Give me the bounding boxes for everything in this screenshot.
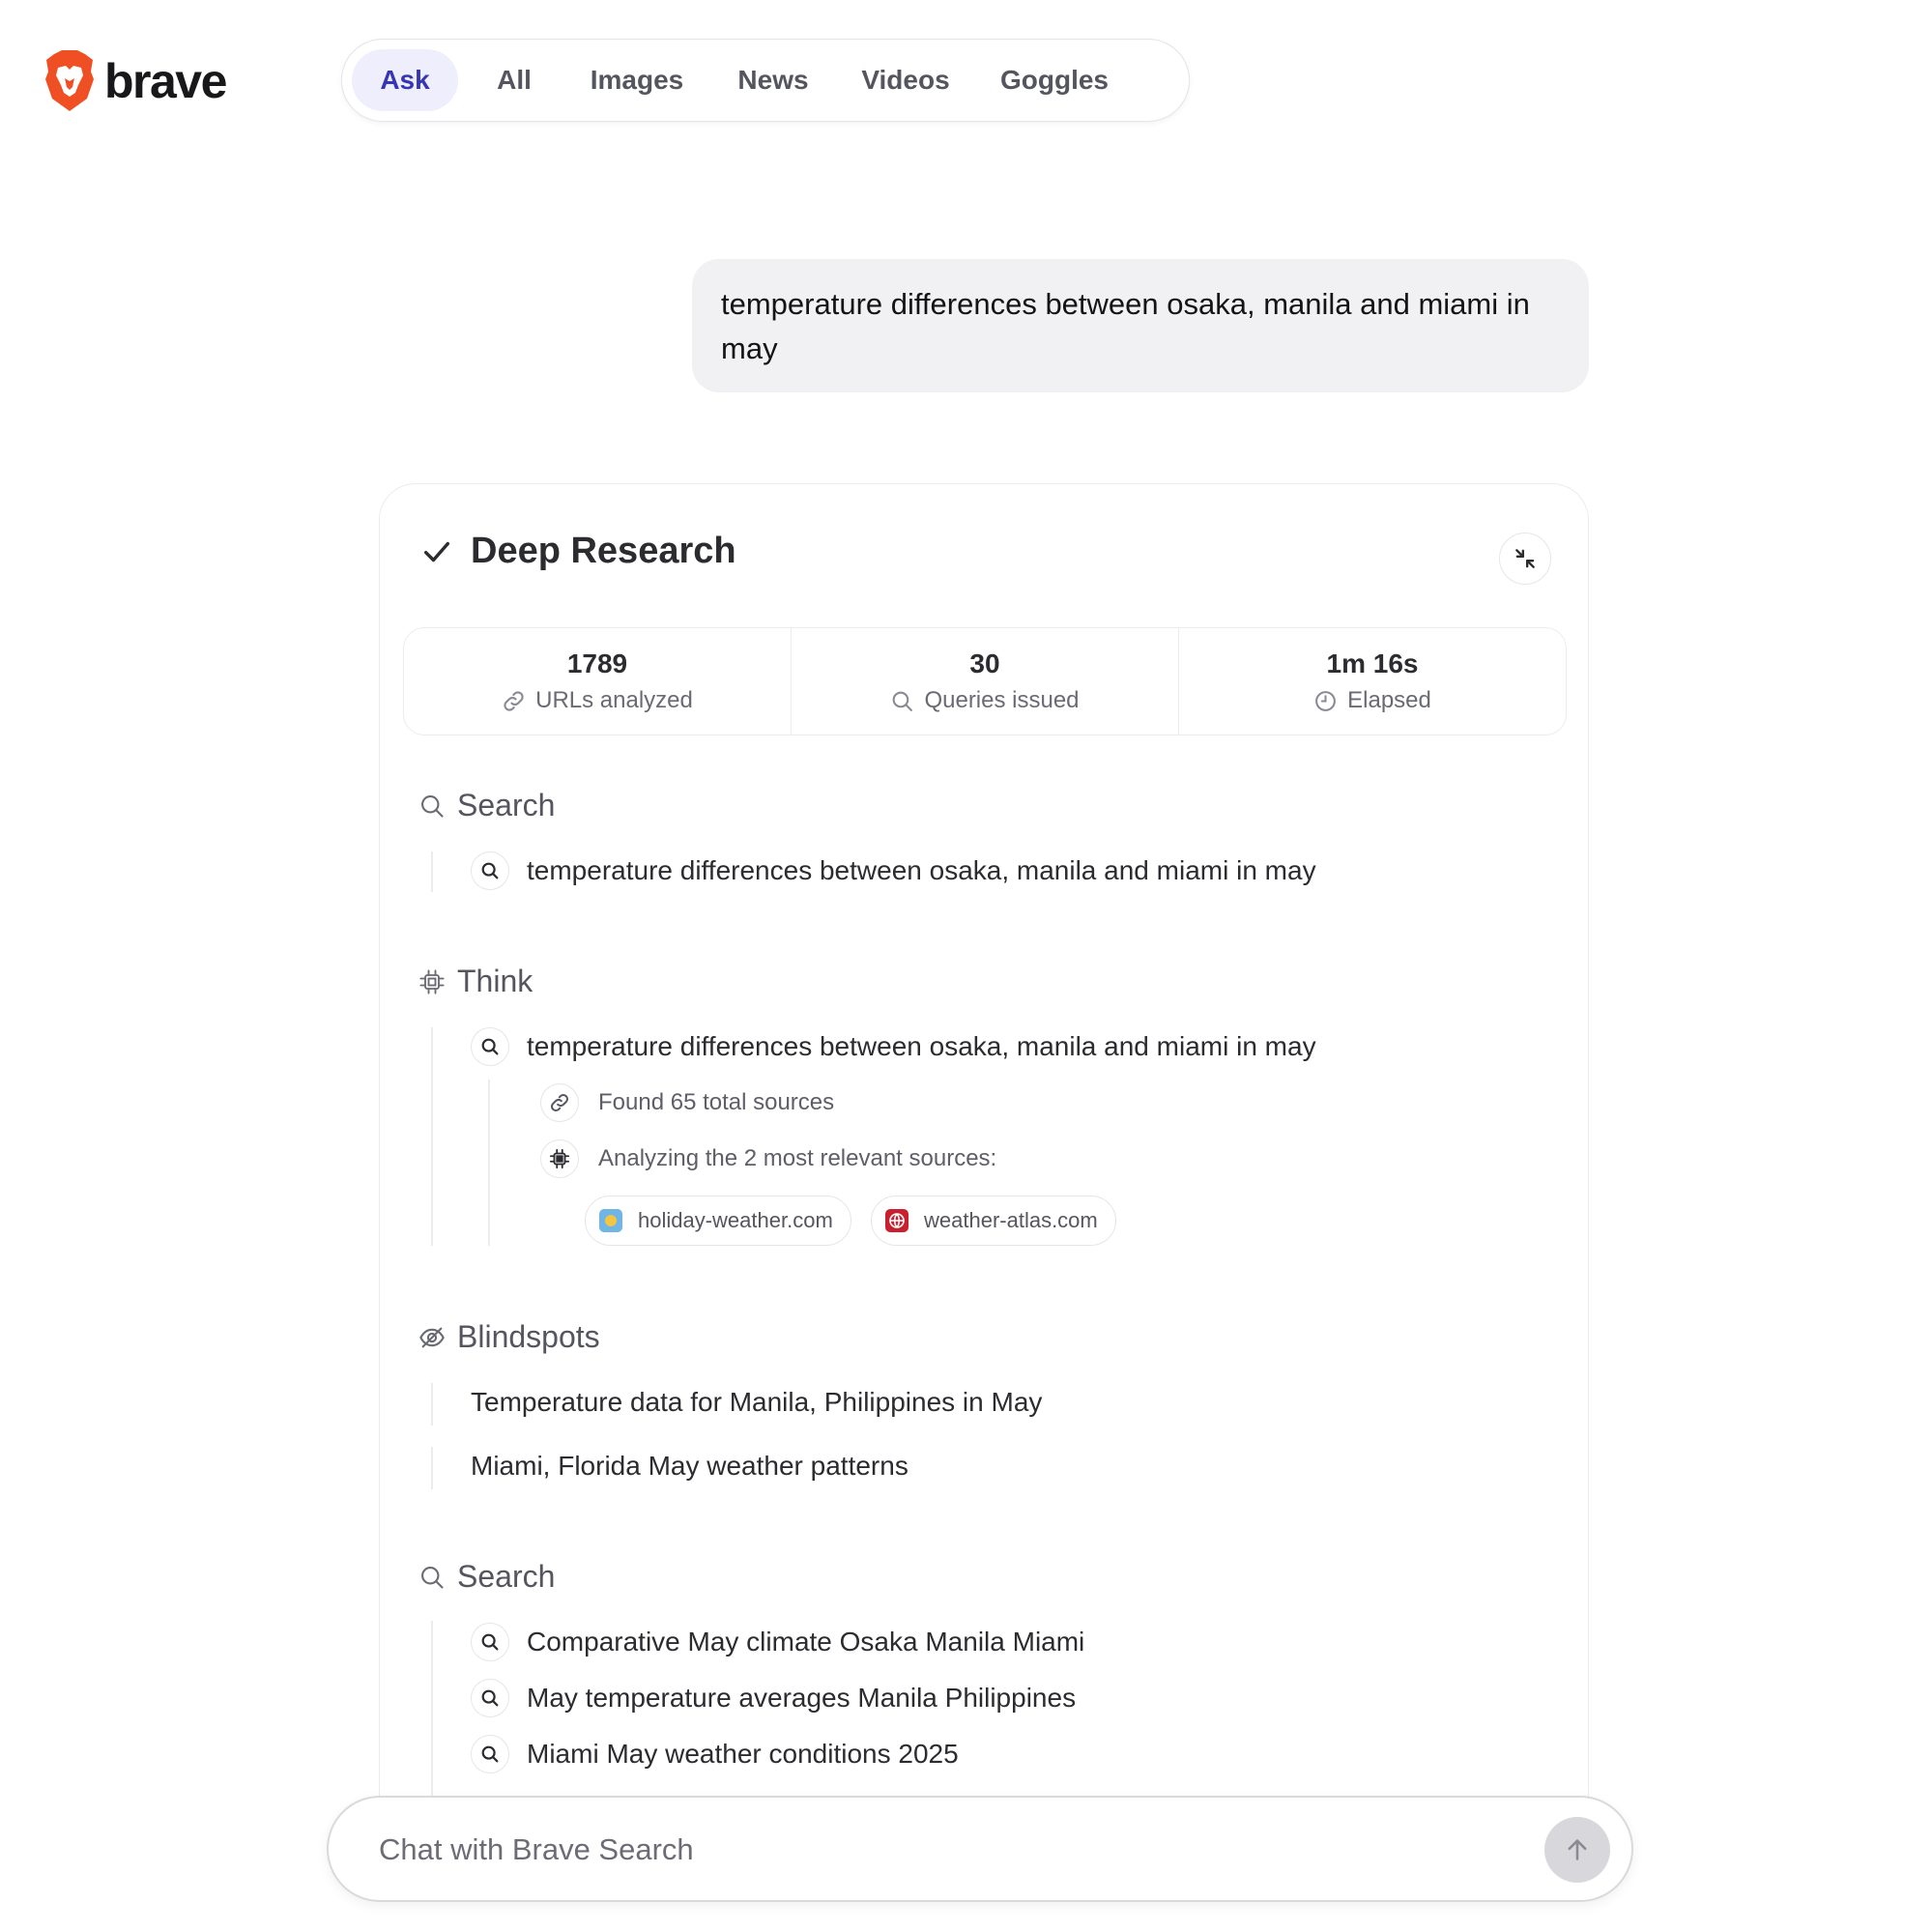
search-icon bbox=[481, 1745, 499, 1763]
cpu-icon bbox=[549, 1148, 570, 1169]
analyzing-sources-text: Analyzing the 2 most relevant sources: bbox=[598, 1145, 997, 1171]
search-icon bbox=[421, 794, 444, 818]
blindspots-section-header: Blindspots bbox=[418, 1319, 600, 1355]
link-icon bbox=[504, 690, 524, 711]
search-query-item: Comparative May climate Osaka Manila Mia… bbox=[471, 1623, 1084, 1661]
search-icon bbox=[481, 1689, 499, 1707]
stat-queries-label: Queries issued bbox=[924, 687, 1080, 713]
search-query-text: temperature differences between osaka, m… bbox=[527, 855, 1316, 885]
brand-name: brave bbox=[104, 54, 227, 108]
search-section-header: Search bbox=[418, 788, 555, 823]
tab-ask[interactable]: Ask bbox=[352, 49, 458, 111]
found-sources-item: Found 65 total sources bbox=[540, 1083, 834, 1122]
brave-lion-icon bbox=[45, 50, 94, 111]
link-icon bbox=[551, 1094, 568, 1111]
source-domain: holiday-weather.com bbox=[638, 1208, 833, 1232]
minimize-icon bbox=[1515, 549, 1535, 568]
holiday-weather-favicon-icon bbox=[599, 1209, 622, 1232]
blindspot-item: Temperature data for Manila, Philippines… bbox=[471, 1387, 1043, 1417]
search-query-item: Miami May weather conditions 2025 bbox=[471, 1735, 959, 1773]
search-query-item: temperature differences between osaka, m… bbox=[471, 851, 1316, 890]
deep-research-card: Deep Research 1789 URLs analyzed 30 Quer… bbox=[379, 483, 1589, 1857]
chat-input[interactable] bbox=[377, 1821, 1483, 1879]
search-query-text: Miami May weather conditions 2025 bbox=[527, 1739, 959, 1769]
search-query-item: May temperature averages Manila Philippi… bbox=[471, 1679, 1076, 1717]
stat-elapsed-value: 1m 16s bbox=[1326, 648, 1419, 678]
search-type-tabs: Ask All Images News Videos Goggles bbox=[341, 39, 1190, 122]
stat-queries: 30 Queries issued bbox=[791, 628, 1178, 735]
tab-goggles[interactable]: Goggles bbox=[984, 49, 1125, 111]
check-icon bbox=[423, 541, 450, 562]
tab-all[interactable]: All bbox=[472, 49, 557, 111]
analyzing-sources-item: Analyzing the 2 most relevant sources: bbox=[540, 1139, 996, 1178]
research-stats: 1789 URLs analyzed 30 Queries issued 1m … bbox=[403, 627, 1567, 735]
tab-news[interactable]: News bbox=[719, 49, 827, 111]
weather-atlas-favicon-icon bbox=[885, 1209, 908, 1232]
deep-research-title: Deep Research bbox=[471, 531, 736, 571]
arrow-up-icon bbox=[1568, 1839, 1587, 1860]
think-query-text: temperature differences between osaka, m… bbox=[527, 1031, 1316, 1061]
source-chip-holiday-weather[interactable]: holiday-weather.com bbox=[585, 1196, 851, 1246]
search-section-title: Search bbox=[457, 1559, 556, 1594]
stat-elapsed: 1m 16s Elapsed bbox=[1178, 628, 1566, 735]
tab-videos[interactable]: Videos bbox=[845, 49, 966, 111]
stat-elapsed-label: Elapsed bbox=[1347, 687, 1431, 713]
collapse-button[interactable] bbox=[1499, 533, 1551, 585]
stat-urls-value: 1789 bbox=[566, 648, 628, 678]
search-section-header: Search bbox=[418, 1559, 555, 1595]
think-query-item: temperature differences between osaka, m… bbox=[471, 1027, 1316, 1066]
chat-bar bbox=[327, 1796, 1633, 1902]
think-section-title: Think bbox=[457, 964, 533, 998]
blindspot-item: Miami, Florida May weather patterns bbox=[471, 1451, 908, 1481]
brave-logo[interactable]: brave bbox=[44, 50, 227, 112]
clock-icon bbox=[1315, 690, 1337, 711]
deep-research-header: Deep Research bbox=[420, 531, 736, 572]
user-query-bubble: temperature differences between osaka, m… bbox=[692, 259, 1589, 392]
search-icon bbox=[481, 862, 499, 879]
eye-off-icon bbox=[419, 1327, 445, 1347]
blindspots-section-title: Blindspots bbox=[457, 1319, 600, 1354]
cpu-icon bbox=[419, 968, 445, 994]
search-query-text: Comparative May climate Osaka Manila Mia… bbox=[527, 1627, 1085, 1657]
source-domain: weather-atlas.com bbox=[924, 1208, 1098, 1232]
source-chip-weather-atlas[interactable]: weather-atlas.com bbox=[871, 1196, 1116, 1246]
think-section-header: Think bbox=[418, 964, 533, 999]
search-icon bbox=[481, 1038, 499, 1055]
send-button[interactable] bbox=[1544, 1817, 1610, 1883]
tab-images[interactable]: Images bbox=[574, 49, 700, 111]
stat-queries-value: 30 bbox=[969, 648, 1000, 678]
found-sources-text: Found 65 total sources bbox=[598, 1089, 835, 1115]
stat-urls: 1789 URLs analyzed bbox=[404, 628, 791, 735]
search-section-title: Search bbox=[457, 788, 556, 822]
search-icon bbox=[421, 1566, 444, 1589]
search-icon bbox=[893, 691, 913, 711]
search-query-text: May temperature averages Manila Philippi… bbox=[527, 1683, 1077, 1713]
stat-urls-label: URLs analyzed bbox=[535, 687, 693, 713]
search-icon bbox=[481, 1633, 499, 1651]
